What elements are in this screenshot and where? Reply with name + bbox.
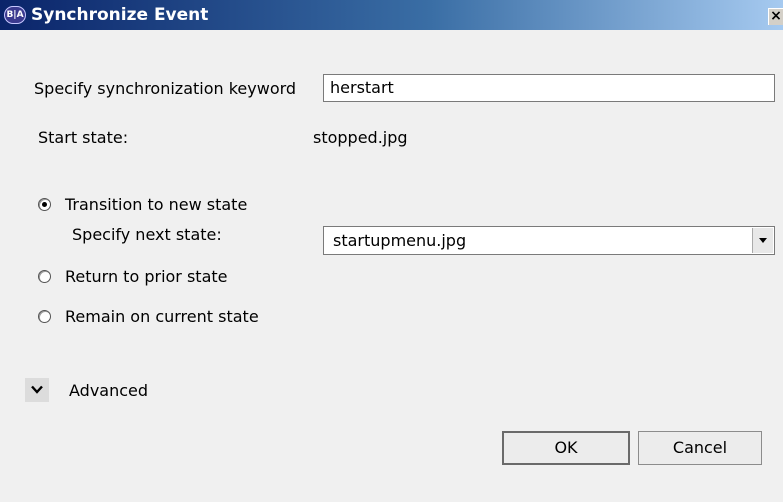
next-state-label: Specify next state: bbox=[72, 225, 222, 244]
radio-button-checked[interactable] bbox=[38, 198, 51, 211]
app-icon: B|A bbox=[4, 6, 26, 24]
radio-button[interactable] bbox=[38, 270, 51, 283]
radio-remain-label: Remain on current state bbox=[65, 307, 259, 326]
next-state-value: startupmenu.jpg bbox=[333, 231, 467, 250]
dropdown-arrow-icon[interactable] bbox=[752, 228, 773, 253]
keyword-label: Specify synchronization keyword bbox=[34, 79, 297, 98]
chevron-down-icon bbox=[31, 385, 43, 394]
start-state-value: stopped.jpg bbox=[313, 128, 408, 147]
window-title: Synchronize Event bbox=[31, 5, 209, 25]
advanced-toggle-button[interactable] bbox=[25, 378, 49, 402]
radio-button[interactable] bbox=[38, 310, 51, 323]
keyword-input[interactable]: herstart bbox=[323, 74, 775, 102]
advanced-label: Advanced bbox=[69, 381, 149, 400]
cancel-button[interactable]: Cancel bbox=[638, 431, 762, 465]
radio-transition-label: Transition to new state bbox=[65, 195, 248, 214]
title-bar: B|A Synchronize Event × bbox=[0, 0, 783, 30]
next-state-select[interactable]: startupmenu.jpg bbox=[323, 226, 775, 255]
ok-button[interactable]: OK bbox=[502, 431, 630, 465]
synchronize-event-dialog: B|A Synchronize Event × Specify synchron… bbox=[0, 0, 783, 502]
radio-return-label: Return to prior state bbox=[65, 267, 228, 286]
start-state-label: Start state: bbox=[38, 128, 129, 147]
close-button[interactable]: × bbox=[768, 8, 783, 25]
